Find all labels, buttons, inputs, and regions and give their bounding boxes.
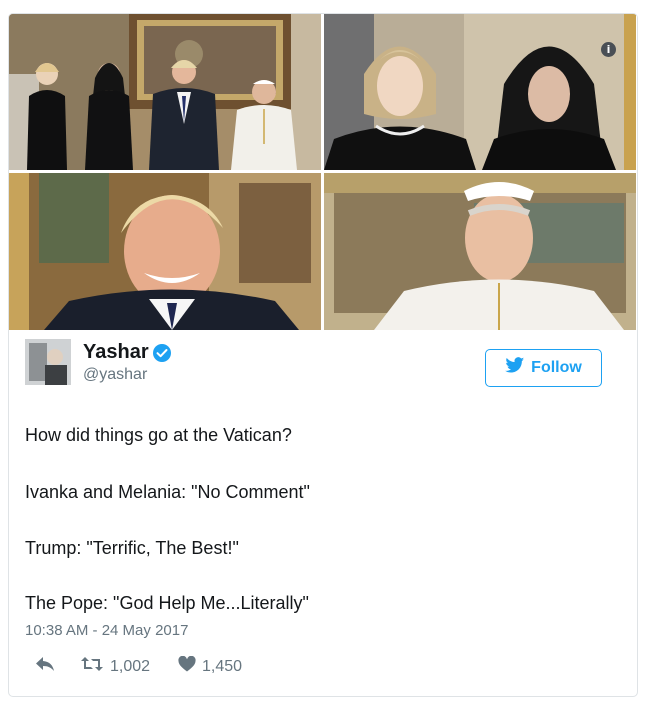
retweet-button[interactable]: 1,002 [80,656,150,677]
tweet-text-line: Trump: "Terrific, The Best!" [25,538,239,558]
media-photo-pope-portrait[interactable] [324,173,636,330]
tweet-text-line: The Pope: "God Help Me...Literally" [25,593,309,613]
heart-icon [178,655,196,677]
avatar[interactable] [25,339,71,385]
author-handle[interactable]: @yashar [83,366,147,384]
info-icon[interactable]: i [601,42,616,57]
follow-button[interactable]: Follow [485,349,602,387]
media-photo-man-portrait[interactable] [9,173,321,330]
reply-icon [35,656,55,677]
twitter-bird-icon [505,357,525,379]
retweet-count: 1,002 [110,657,151,675]
like-count: 1,450 [202,657,243,675]
media-photo-two-women[interactable]: i [324,14,636,170]
media-photo-group[interactable] [9,14,321,170]
tweet-text-line: How did things go at the Vatican? [25,425,292,445]
tweet-text-line: Ivanka and Melania: "No Comment" [25,482,310,502]
tweet-actions: 1,002 1,450 [25,655,325,680]
verified-badge-icon [152,343,172,363]
retweet-icon [80,656,104,677]
tweet-timestamp[interactable]: 10:38 AM - 24 May 2017 [25,622,188,639]
reply-button[interactable] [35,656,55,677]
follow-label: Follow [531,359,582,376]
like-button[interactable]: 1,450 [178,655,243,677]
media-grid: i [9,14,637,331]
author-name[interactable]: Yashar [83,341,149,364]
tweet-header: Yashar @yashar Follow [25,335,615,390]
